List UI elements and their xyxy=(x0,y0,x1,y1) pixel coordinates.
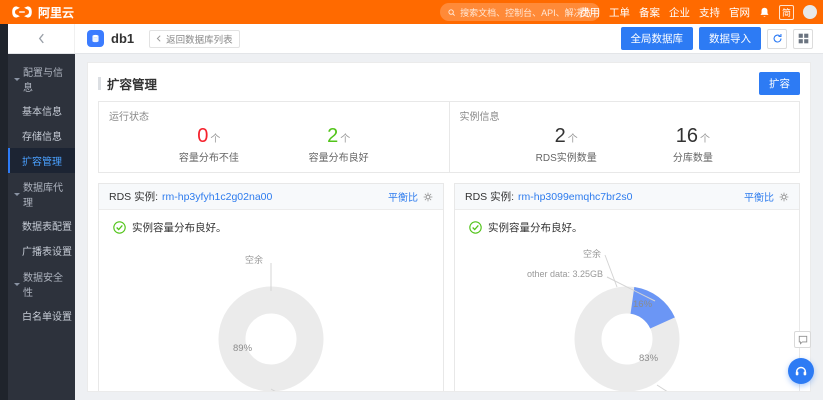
topbar-menu-site[interactable]: 官网 xyxy=(729,5,750,20)
capacity-panel: 扩容管理 扩容 运行状态 0个 容量分布不佳 2个 容量分布良好 实例信 xyxy=(87,62,811,392)
rds-instance-link[interactable]: rm-hp3099emqhc7br2s0 xyxy=(518,191,632,203)
topbar-menu-support[interactable]: 支持 xyxy=(699,5,720,20)
language-toggle[interactable]: 简 xyxy=(779,5,794,20)
leader-line xyxy=(605,255,617,287)
db-name: db1 xyxy=(111,31,134,46)
stat-rds-count: 2个 RDS实例数量 xyxy=(536,125,597,164)
global-database-button[interactable]: 全局数据库 xyxy=(621,27,694,50)
page-title: 扩容管理 xyxy=(107,74,157,93)
topbar-menu-icp[interactable]: 备案 xyxy=(639,5,660,20)
run-status-label: 运行状态 xyxy=(109,108,439,123)
instance-info-section: 实例信息 2个 RDS实例数量 16个 分库数量 xyxy=(449,102,800,172)
annotation-percent: 83% xyxy=(639,353,658,364)
sidebar-group-config-info[interactable]: 配置与信息 xyxy=(8,58,75,98)
card-status-text: 实例容量分布良好。 xyxy=(488,220,583,235)
stat-capacity-good: 2个 容量分布良好 xyxy=(309,125,369,164)
check-circle-icon xyxy=(113,221,126,234)
rds-instance-card: RDS 实例: rm-hp3099emqhc7br2s0 平衡比 xyxy=(454,183,800,392)
main-content: 扩容管理 扩容 运行状态 0个 容量分布不佳 2个 容量分布良好 实例信 xyxy=(75,54,823,400)
caret-down-icon xyxy=(14,193,20,199)
search-icon xyxy=(448,8,455,17)
back-to-database-list-link[interactable]: 返回数据库列表 xyxy=(149,30,240,48)
headset-icon xyxy=(794,364,808,378)
annotation-percent: 89% xyxy=(233,343,252,354)
sidebar-group: 数据安全性 白名单设置 xyxy=(8,263,75,328)
chat-bubble-icon xyxy=(798,335,808,345)
leader-line xyxy=(657,385,697,392)
support-float-button[interactable] xyxy=(788,358,814,384)
refresh-icon xyxy=(772,33,783,44)
sidebar: 配置与信息 基本信息 存储信息 扩容管理 数据库代理 数据表配置 广播表设置 数… xyxy=(8,54,75,400)
feedback-float-button[interactable] xyxy=(794,331,811,348)
bell-icon[interactable] xyxy=(759,7,770,18)
stats-panel: 运行状态 0个 容量分布不佳 2个 容量分布良好 实例信息 2个 xyxy=(98,101,800,173)
search-placeholder: 搜索文档、控制台、API、解决方案和资源 xyxy=(460,6,592,19)
donut-ring xyxy=(232,300,310,378)
caret-down-icon xyxy=(14,78,20,84)
expand-button[interactable]: 扩容 xyxy=(759,72,800,95)
instance-info-label: 实例信息 xyxy=(460,108,790,123)
sidebar-item-broadcast-table[interactable]: 广播表设置 xyxy=(8,238,75,263)
left-nav-rail[interactable] xyxy=(0,24,8,400)
caret-down-icon xyxy=(14,283,20,289)
sidebar-item-storage-info[interactable]: 存储信息 xyxy=(8,123,75,148)
card-header: RDS 实例: rm-hp3099emqhc7br2s0 平衡比 xyxy=(455,184,799,210)
refresh-button[interactable] xyxy=(767,29,787,49)
alibaba-cloud-logo-icon xyxy=(10,5,34,19)
sidebar-group-data-security[interactable]: 数据安全性 xyxy=(8,263,75,303)
page-title-row: 扩容管理 扩容 xyxy=(98,71,800,95)
check-circle-icon xyxy=(469,221,482,234)
rds-cards-row: RDS 实例: rm-hp3yfyh1c2g02na00 平衡比 xyxy=(98,183,800,392)
header-actions: 全局数据库 数据导入 xyxy=(621,27,823,50)
topbar: 阿里云 搜索文档、控制台、API、解决方案和资源 费用 工单 备案 企业 支持 … xyxy=(0,0,823,24)
gear-icon[interactable] xyxy=(423,192,433,202)
data-import-button[interactable]: 数据导入 xyxy=(699,27,761,50)
sidebar-item-table-config[interactable]: 数据表配置 xyxy=(8,213,75,238)
grid-icon xyxy=(798,33,809,44)
card-status-row: 实例容量分布良好。 xyxy=(99,210,443,239)
search-input[interactable]: 搜索文档、控制台、API、解决方案和资源 xyxy=(440,3,600,21)
db-title-area: db1 返回数据库列表 xyxy=(75,30,240,48)
db-header-bar: db1 返回数据库列表 全局数据库 数据导入 xyxy=(8,24,823,54)
balance-ratio-link[interactable]: 平衡比 xyxy=(744,189,774,204)
database-icon xyxy=(87,30,104,47)
topbar-menu-tickets[interactable]: 工单 xyxy=(609,5,630,20)
card-header: RDS 实例: rm-hp3yfyh1c2g02na00 平衡比 xyxy=(99,184,443,210)
stat-capacity-bad: 0个 容量分布不佳 xyxy=(179,125,239,164)
annotation-slice-percent: 16% xyxy=(633,299,652,310)
sidebar-group: 数据库代理 数据表配置 广播表设置 xyxy=(8,173,75,263)
avatar[interactable] xyxy=(803,5,817,19)
rds-instance-card: RDS 实例: rm-hp3yfyh1c2g02na00 平衡比 xyxy=(98,183,444,392)
card-status-row: 实例容量分布良好。 xyxy=(455,210,799,239)
sidebar-item-capacity-management[interactable]: 扩容管理 xyxy=(8,148,75,173)
sidebar-item-whitelist[interactable]: 白名单设置 xyxy=(8,303,75,328)
gear-icon[interactable] xyxy=(779,192,789,202)
card-status-text: 实例容量分布良好。 xyxy=(132,220,227,235)
sidebar-collapse-button[interactable] xyxy=(8,24,75,53)
chevron-left-icon xyxy=(38,33,45,44)
sidebar-group-db-proxy[interactable]: 数据库代理 xyxy=(8,173,75,213)
sidebar-item-basic-info[interactable]: 基本信息 xyxy=(8,98,75,123)
apps-grid-button[interactable] xyxy=(793,29,813,49)
alibaba-cloud-logo[interactable]: 阿里云 xyxy=(0,4,74,21)
annotation-free: 空余 xyxy=(201,253,263,266)
annotation-other-data: other data: 3.25GB xyxy=(477,269,603,279)
topbar-menu: 费用 工单 备案 企业 支持 官网 简 xyxy=(579,0,817,24)
run-status-section: 运行状态 0个 容量分布不佳 2个 容量分布良好 xyxy=(99,102,449,172)
sidebar-group: 配置与信息 基本信息 存储信息 扩容管理 xyxy=(8,58,75,173)
annotation-free: 空余 xyxy=(543,247,601,260)
arrow-left-icon xyxy=(156,35,163,42)
logo-text: 阿里云 xyxy=(38,4,74,21)
donut-chart-1: 空余 89% 未使用: 184.87GB xyxy=(101,239,441,392)
topbar-menu-enterprise[interactable]: 企业 xyxy=(669,5,690,20)
rds-instance-link[interactable]: rm-hp3yfyh1c2g02na00 xyxy=(162,191,272,203)
balance-ratio-link[interactable]: 平衡比 xyxy=(388,189,418,204)
topbar-menu-billing[interactable]: 费用 xyxy=(579,5,600,20)
stat-shard-count: 16个 分库数量 xyxy=(673,125,713,164)
donut-chart-2: 空余 other data: 3.25GB 16% 83% 已使用: 15.72… xyxy=(457,239,797,392)
title-accent-bar xyxy=(98,77,101,90)
